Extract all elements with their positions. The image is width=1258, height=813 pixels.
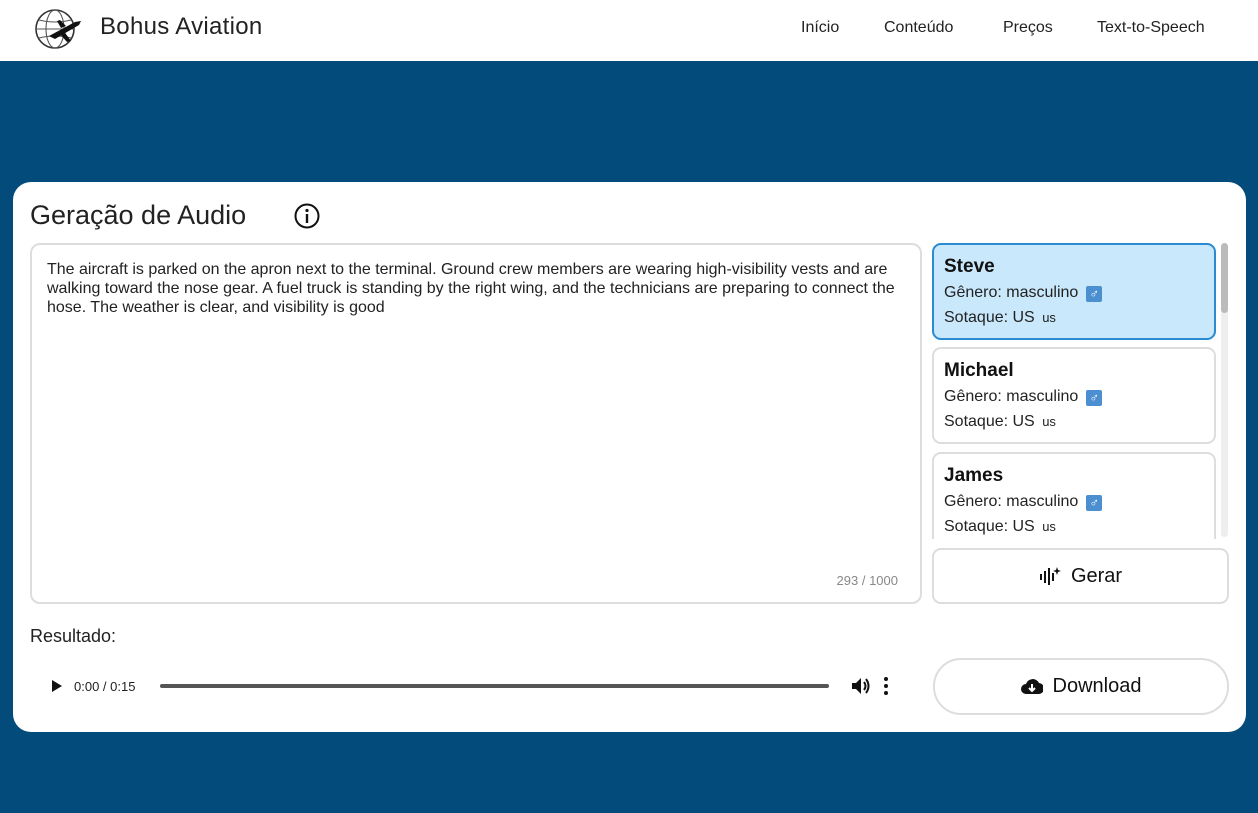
volume-icon[interactable] xyxy=(849,675,871,697)
male-icon: ♂ xyxy=(1086,390,1103,406)
play-icon[interactable] xyxy=(52,680,62,692)
text-input[interactable] xyxy=(47,260,907,560)
nav-text-to-speech[interactable]: Text-to-Speech xyxy=(1097,19,1205,37)
download-button-label: Download xyxy=(1052,675,1142,697)
brand-name[interactable]: Bohus Aviation xyxy=(100,13,263,41)
voice-name: Steve xyxy=(944,256,995,277)
male-icon: ♂ xyxy=(1086,286,1103,302)
audio-progress-bar[interactable] xyxy=(160,684,829,688)
us-flag-icon: us xyxy=(1042,310,1056,325)
text-input-box: 293 / 1000 xyxy=(30,243,922,604)
voice-list: Steve Gênero: masculino ♂ Sotaque: US us … xyxy=(932,243,1217,539)
audio-generation-card: Geração de Audio 293 / 1000 Steve Gênero… xyxy=(13,182,1246,732)
sparkle-waveform-icon xyxy=(1039,567,1061,585)
result-label: Resultado: xyxy=(30,626,117,646)
audio-player: 0:00 / 0:15 xyxy=(43,662,923,710)
nav-conteudo[interactable]: Conteúdo xyxy=(884,19,953,37)
us-flag-icon: us xyxy=(1042,414,1056,429)
more-options-icon[interactable] xyxy=(883,676,889,696)
us-flag-icon: us xyxy=(1042,519,1056,534)
download-button[interactable]: Download xyxy=(933,658,1229,715)
voice-card-steve[interactable]: Steve Gênero: masculino ♂ Sotaque: US us xyxy=(932,243,1216,340)
voice-name: Michael xyxy=(944,360,1014,381)
info-icon[interactable] xyxy=(293,202,321,230)
character-counter: 293 / 1000 xyxy=(836,573,898,588)
globe-plane-logo-icon[interactable] xyxy=(31,8,83,50)
voice-list-scrollbar-thumb[interactable] xyxy=(1221,243,1228,313)
voice-card-michael[interactable]: Michael Gênero: masculino ♂ Sotaque: US u… xyxy=(932,347,1216,444)
top-navbar: Bohus Aviation Início Conteúdo Preços Te… xyxy=(0,0,1258,61)
voice-accent: Sotaque: US us xyxy=(944,309,1056,326)
generate-button[interactable]: Gerar xyxy=(932,548,1229,604)
cloud-download-icon xyxy=(1020,678,1043,694)
voice-accent: Sotaque: US us xyxy=(944,518,1056,535)
voice-gender: Gênero: masculino ♂ xyxy=(944,284,1204,302)
voice-gender: Gênero: masculino ♂ xyxy=(944,388,1204,406)
voice-accent: Sotaque: US us xyxy=(944,413,1056,430)
voice-gender: Gênero: masculino ♂ xyxy=(944,493,1204,511)
nav-inicio[interactable]: Início xyxy=(801,19,839,37)
player-time: 0:00 / 0:15 xyxy=(74,678,136,694)
generate-button-label: Gerar xyxy=(1070,564,1123,587)
male-icon: ♂ xyxy=(1086,495,1103,511)
nav-precos[interactable]: Preços xyxy=(1003,19,1053,37)
page-title: Geração de Audio xyxy=(30,200,247,230)
voice-name: James xyxy=(944,465,1004,486)
voice-card-james[interactable]: James Gênero: masculino ♂ Sotaque: US us xyxy=(932,452,1216,539)
